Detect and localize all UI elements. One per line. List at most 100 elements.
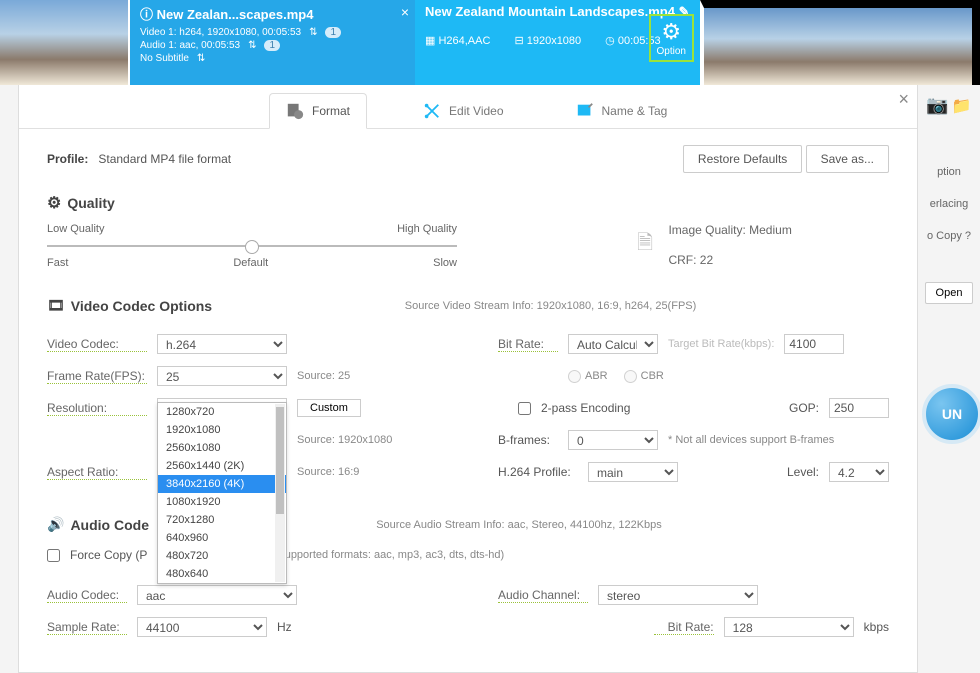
cbr-radio[interactable]: CBR (624, 370, 664, 383)
output-info-panel: New Zealand Mountain Landscapes.mp4 ✎ ▦ … (415, 0, 700, 85)
interlacing-fragment: erlacing (918, 188, 980, 220)
source-title: New Zealan...scapes.mp4 (140, 4, 405, 23)
restore-defaults-button[interactable]: Restore Defaults (683, 145, 802, 173)
resolution-source: Source: 1920x1080 (297, 434, 392, 446)
resolution-option[interactable]: 1920x1080 (158, 421, 286, 439)
format-icon (286, 102, 304, 120)
film-icon: 🎞 (47, 297, 65, 314)
image-quality-text: Image Quality: Medium (668, 223, 791, 237)
resolution-option[interactable]: 480x640 (158, 565, 286, 583)
bframes-select[interactable]: 0 (568, 430, 658, 450)
custom-resolution-button[interactable]: Custom (297, 399, 361, 417)
scissors-icon (423, 102, 441, 120)
aspect-source: Source: 16:9 (297, 466, 359, 478)
resolution-option[interactable]: 480x720 (158, 547, 286, 565)
audio-header: Audio Code (70, 517, 149, 533)
supported-formats: Supported formats: aac, mp3, ac3, dts, d… (277, 549, 504, 561)
audio-channel-label: Audio Channel: (498, 588, 588, 603)
force-copy-label: Force Copy (P (70, 548, 147, 562)
codec-option-button[interactable]: ⚙ Option (649, 14, 694, 62)
two-pass-label: 2-pass Encoding (541, 401, 630, 415)
dropdown-scrollbar[interactable] (275, 404, 285, 582)
video-codec-header: Video Codec Options (71, 298, 212, 314)
audio-codec-select[interactable]: aac (137, 585, 297, 605)
resolution-option[interactable]: 1280x720 (158, 403, 286, 421)
settings-panel: Format Edit Video Name & Tag × Profile: … (18, 85, 918, 673)
sample-rate-select[interactable]: 44100 (137, 617, 267, 637)
low-quality-label: Low Quality (47, 223, 104, 235)
source-thumbnail (0, 0, 130, 85)
gop-label: GOP: (789, 401, 819, 415)
tab-edit-video[interactable]: Edit Video (407, 94, 520, 128)
tag-icon (576, 102, 594, 120)
video-source-info: Source Video Stream Info: 1920x1080, 16:… (212, 300, 889, 312)
h264-profile-select[interactable]: main (588, 462, 678, 482)
tab-format[interactable]: Format (269, 93, 367, 129)
audio-bitrate-select[interactable]: 128 (724, 617, 854, 637)
top-bar: × New Zealan...scapes.mp4 Video 1: h264,… (0, 0, 980, 85)
subtitle-info: No Subtitle (140, 53, 189, 64)
bframes-label: B-frames: (498, 433, 558, 447)
resolution-option[interactable]: 1080x1920 (158, 493, 286, 511)
slow-label: Slow (433, 257, 457, 269)
copy-fragment: o Copy ? (918, 220, 980, 252)
fps-label: Frame Rate(FPS): (47, 369, 147, 384)
fps-source: Source: 25 (297, 370, 350, 382)
open-button[interactable]: Open (925, 282, 974, 304)
resolution-option-selected[interactable]: 3840x2160 (4K) (158, 475, 286, 493)
bitrate-label: Bit Rate: (498, 337, 558, 352)
two-pass-checkbox[interactable] (518, 402, 531, 415)
resolution-label: Resolution: (47, 401, 147, 416)
fast-label: Fast (47, 257, 68, 269)
bitrate-select[interactable]: Auto Calculate (568, 334, 658, 354)
quality-slider[interactable] (47, 245, 457, 247)
bframes-note: * Not all devices support B-frames (668, 434, 834, 446)
resolution-option[interactable]: 720x1280 (158, 511, 286, 529)
run-button[interactable]: UN (922, 384, 980, 444)
gop-input[interactable] (829, 398, 889, 418)
source-info-panel: × New Zealan...scapes.mp4 Video 1: h264,… (130, 0, 415, 85)
preview-thumbnail (700, 0, 980, 85)
tab-name-tag[interactable]: Name & Tag (560, 94, 684, 128)
video-codec-select[interactable]: h.264 (157, 334, 287, 354)
profile-label: Profile: (47, 152, 88, 166)
level-select[interactable]: 4.2 (829, 462, 889, 482)
kbps-label: kbps (864, 620, 889, 634)
crf-text: CRF: 22 (668, 253, 791, 267)
audio-codec-label: Audio Codec: (47, 588, 127, 603)
audio-bitrate-label: Bit Rate: (654, 620, 714, 635)
save-as-button[interactable]: Save as... (806, 145, 889, 173)
abr-radio[interactable]: ABR (568, 370, 608, 383)
resolution-option[interactable]: 2560x1440 (2K) (158, 457, 286, 475)
force-copy-checkbox[interactable] (47, 549, 60, 562)
output-codec: ▦ H264,AAC (425, 34, 490, 47)
close-source-icon[interactable]: × (401, 4, 409, 20)
gear-icon: ⚙ (47, 193, 61, 213)
profile-value: Standard MP4 file format (98, 152, 231, 166)
stream-adjust-icon[interactable]: ⇅ (197, 53, 205, 64)
codec-gear-icon: ⚙ (657, 19, 686, 45)
tabs-bar: Format Edit Video Name & Tag × (19, 85, 917, 129)
option-fragment: ption (918, 156, 980, 188)
resolution-option[interactable]: 2560x1080 (158, 439, 286, 457)
hz-label: Hz (277, 620, 292, 634)
audio-channel-select[interactable]: stereo (598, 585, 758, 605)
camera-icon[interactable]: 📷 (926, 95, 948, 115)
stream-adjust-icon[interactable]: ⇅ (248, 40, 256, 51)
stream-adjust-icon[interactable]: ⇅ (309, 27, 317, 38)
default-label: Default (233, 257, 268, 269)
audio-stream-info: Audio 1: aac, 00:05:53 (140, 40, 240, 51)
audio-badge[interactable]: 1 (264, 40, 280, 51)
document-icon: 🗎 (637, 228, 653, 262)
right-sidebar: 📷 📁 ption erlacing o Copy ? Open UN (918, 85, 980, 454)
h264-profile-label: H.264 Profile: (498, 465, 578, 479)
target-bitrate-input[interactable] (784, 334, 844, 354)
video-stream-info: Video 1: h264, 1920x1080, 00:05:53 (140, 27, 301, 38)
output-resolution: ⊟ 1920x1080 (514, 34, 581, 47)
video-badge[interactable]: 1 (325, 27, 341, 38)
resolution-option[interactable]: 640x960 (158, 529, 286, 547)
folder-icon[interactable]: 📁 (952, 98, 972, 115)
close-panel-icon[interactable]: × (898, 89, 909, 110)
resolution-dropdown[interactable]: 1280x720 1920x1080 2560x1080 2560x1440 (… (157, 402, 287, 584)
fps-select[interactable]: 25 (157, 366, 287, 386)
